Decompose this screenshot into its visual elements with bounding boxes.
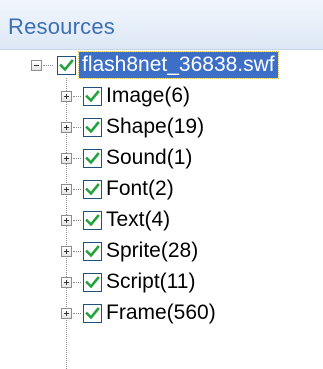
- checkbox-text[interactable]: [83, 211, 102, 230]
- tree-node-text[interactable]: Text(4): [0, 205, 323, 236]
- checkbox-sound[interactable]: [83, 149, 102, 168]
- checkmark-icon: [85, 90, 100, 103]
- plus-box-icon[interactable]: [61, 215, 72, 226]
- resources-panel: Resources flash8net_36838.swf Image(6) Sh…: [0, 0, 323, 369]
- checkbox-script[interactable]: [83, 273, 102, 292]
- tree-node-label-image[interactable]: Image(6): [106, 83, 190, 109]
- tree-node-sound[interactable]: Sound(1): [0, 143, 323, 174]
- tree-guide-h: [73, 96, 81, 97]
- panel-header: Resources: [0, 0, 323, 50]
- tree-node-label-shape[interactable]: Shape(19): [106, 114, 204, 140]
- tree-node-frame[interactable]: Frame(560): [0, 298, 323, 329]
- panel-title: Resources: [8, 14, 115, 39]
- tree-node-label-script[interactable]: Script(11): [106, 269, 195, 295]
- plus-box-icon[interactable]: [61, 246, 72, 257]
- checkmark-icon: [85, 307, 100, 320]
- root-checkbox[interactable]: [57, 56, 76, 75]
- checkmark-icon: [85, 183, 100, 196]
- tree-node-script[interactable]: Script(11): [0, 267, 323, 298]
- tree-guide-h: [43, 65, 53, 66]
- checkbox-sprite[interactable]: [83, 242, 102, 261]
- tree-guide-h: [73, 251, 81, 252]
- plus-box-icon[interactable]: [61, 277, 72, 288]
- tree-node-sprite[interactable]: Sprite(28): [0, 236, 323, 267]
- tree-node-root[interactable]: flash8net_36838.swf: [0, 50, 323, 81]
- plus-box-icon[interactable]: [61, 184, 72, 195]
- checkmark-icon: [85, 276, 100, 289]
- tree-node-label-font[interactable]: Font(2): [106, 176, 174, 202]
- plus-box-icon[interactable]: [61, 91, 72, 102]
- tree-node-label-frame[interactable]: Frame(560): [106, 300, 216, 326]
- minus-box-icon[interactable]: [31, 60, 42, 71]
- plus-box-icon[interactable]: [61, 153, 72, 164]
- tree-guide-h: [73, 158, 81, 159]
- tree-node-label-text[interactable]: Text(4): [106, 207, 170, 233]
- tree-node-label-sound[interactable]: Sound(1): [106, 145, 192, 171]
- checkmark-icon: [59, 59, 74, 72]
- tree-guide-h: [73, 282, 81, 283]
- tree-guide-h: [73, 313, 81, 314]
- checkbox-frame[interactable]: [83, 304, 102, 323]
- tree-guide-h: [73, 220, 81, 221]
- tree-node-shape[interactable]: Shape(19): [0, 112, 323, 143]
- checkbox-shape[interactable]: [83, 118, 102, 137]
- checkbox-font[interactable]: [83, 180, 102, 199]
- plus-box-icon[interactable]: [61, 122, 72, 133]
- checkmark-icon: [85, 152, 100, 165]
- checkmark-icon: [85, 245, 100, 258]
- tree-node-font[interactable]: Font(2): [0, 174, 323, 205]
- resource-tree[interactable]: flash8net_36838.swf Image(6) Shape(19) Sou…: [0, 50, 323, 369]
- tree-node-label-root[interactable]: flash8net_36838.swf: [78, 51, 279, 79]
- tree-guide-h: [73, 189, 81, 190]
- checkmark-icon: [85, 214, 100, 227]
- tree-node-image[interactable]: Image(6): [0, 81, 323, 112]
- tree-guide-h: [73, 127, 81, 128]
- plus-box-icon[interactable]: [61, 308, 72, 319]
- checkmark-icon: [85, 121, 100, 134]
- checkbox-image[interactable]: [83, 87, 102, 106]
- tree-node-label-sprite[interactable]: Sprite(28): [106, 238, 198, 264]
